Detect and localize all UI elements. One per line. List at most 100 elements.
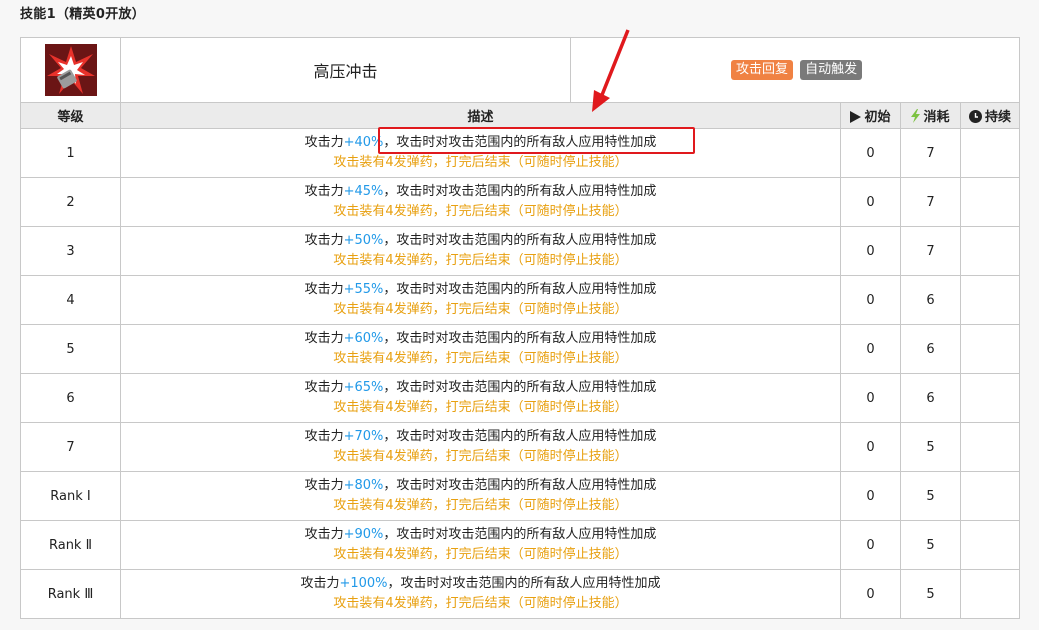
sp-cost-cell: 7 (900, 128, 961, 178)
atk-percent-value: +50% (343, 233, 384, 248)
desc-effect-suffix: ，攻击时对攻击范围内的所有敌人应用特性加成 (383, 527, 657, 542)
duration-cell (959, 275, 1021, 325)
initial-sp-cell: 0 (840, 177, 901, 227)
table-row: 7 攻击力+70%，攻击时对攻击范围内的所有敌人应用特性加成 攻击装有4发弹药，打完… (20, 422, 1021, 472)
desc-effect-prefix: 攻击力 (300, 576, 340, 591)
duration-cell (959, 128, 1021, 178)
desc-line-effect: 攻击力+100%，攻击时对攻击范围内的所有敌人应用特性加成 (121, 574, 840, 594)
duration-cell (959, 422, 1021, 472)
desc-line-effect: 攻击力+45%，攻击时对攻击范围内的所有敌人应用特性加成 (121, 182, 840, 202)
table-row: 5 攻击力+60%，攻击时对攻击范围内的所有敌人应用特性加成 攻击装有4发弹药，打完… (20, 324, 1021, 374)
initial-sp-cell: 0 (840, 226, 901, 276)
level-cell: 3 (20, 226, 121, 276)
desc-effect-prefix: 攻击力 (304, 527, 344, 542)
desc-cell: 攻击力+60%，攻击时对攻击范围内的所有敌人应用特性加成攻击装有4发弹药，打完后… (120, 324, 841, 374)
table-row: Rank Ⅰ 攻击力+80%，攻击时对攻击范围内的所有敌人应用特性加成 攻击装有4发… (20, 471, 1021, 521)
initial-sp-cell: 0 (840, 128, 901, 178)
desc-line-ammo: 攻击装有4发弹药，打完后结束（可随时停止技能） (333, 351, 628, 366)
skill-table: 高压冲击 攻击回复 自动触发 等级 描述 初始 消耗 持续 1 攻击力+40%，攻… (20, 37, 1021, 619)
desc-line-effect: 攻击力+90%，攻击时对攻击范围内的所有敌人应用特性加成 (121, 525, 840, 545)
desc-line-ammo: 攻击装有4发弹药，打完后结束（可随时停止技能） (333, 596, 628, 611)
level-cell: Rank Ⅱ (20, 520, 121, 570)
desc-effect-prefix: 攻击力 (304, 135, 344, 150)
desc-effect-prefix: 攻击力 (304, 331, 344, 346)
initial-sp-cell: 0 (840, 422, 901, 472)
table-row: 3 攻击力+50%，攻击时对攻击范围内的所有敌人应用特性加成 攻击装有4发弹药，打完… (20, 226, 1021, 276)
desc-effect-suffix: ，攻击时对攻击范围内的所有敌人应用特性加成 (383, 282, 657, 297)
initial-sp-cell: 0 (840, 569, 901, 619)
initial-sp-cell: 0 (840, 373, 901, 423)
skill-tags-cell: 攻击回复 自动触发 (569, 37, 1021, 103)
sp-cost-cell: 5 (900, 471, 961, 521)
desc-line-effect: 攻击力+65%，攻击时对攻击范围内的所有敌人应用特性加成 (121, 378, 840, 398)
desc-line-ammo: 攻击装有4发弹药，打完后结束（可随时停止技能） (333, 547, 628, 562)
desc-cell: 攻击力+50%，攻击时对攻击范围内的所有敌人应用特性加成 攻击装有4发弹药，打完后… (120, 226, 841, 276)
desc-line-ammo: 攻击装有4发弹药，打完后结束（可随时停止技能） (333, 449, 628, 464)
skill-fist-impact-icon (44, 44, 97, 96)
level-cell: 7 (20, 422, 121, 472)
atk-percent-value: +100% (339, 576, 388, 591)
sp-cost-cell: 7 (900, 226, 961, 276)
desc-effect-suffix: ，攻击时对攻击范围内的所有敌人应用特性加成 (383, 478, 657, 493)
desc-effect-suffix: ，攻击时对攻击范围内的所有敌人应用特性加成 (383, 380, 657, 395)
desc-effect-prefix: 攻击力 (304, 184, 344, 199)
tag-sp-recovery: 攻击回复 (730, 60, 793, 80)
table-row: Rank Ⅲ 攻击力+100%，攻击时对攻击范围内的所有敌人应用特性加成 攻击装有4… (20, 569, 1021, 619)
desc-line-ammo: 攻击装有4发弹药，打完后结束（可随时停止技能） (333, 155, 628, 170)
desc-effect-suffix: ，攻击时对攻击范围内的所有敌人应用特性加成 (383, 184, 657, 199)
sp-cost-cell: 5 (900, 422, 961, 472)
desc-cell: 攻击力+100%，攻击时对攻击范围内的所有敌人应用特性加成攻击装有4发弹药，打完… (120, 569, 841, 619)
table-row: 6 攻击力+65%，攻击时对攻击范围内的所有敌人应用特性加成 攻击装有4发弹药，打完… (20, 373, 1021, 423)
level-cell: Rank Ⅲ (20, 569, 121, 619)
duration-cell (959, 569, 1021, 619)
atk-percent-value: +60% (343, 331, 384, 346)
play-icon (850, 111, 862, 123)
desc-cell: 攻击力+45%，攻击时对攻击范围内的所有敌人应用特性加成攻击装有4发弹药，打完后… (120, 177, 841, 227)
desc-line-ammo: 攻击装有4发弹药，打完后结束（可随时停止技能） (333, 400, 628, 415)
table-row: 4 攻击力+55%，攻击时对攻击范围内的所有敌人应用特性加成 攻击装有4发弹药，打完… (20, 275, 1021, 325)
col-header-desc: 描述 (120, 102, 841, 129)
table-row: 1 攻击力+40%，攻击时对攻击范围内的所有敌人应用特性加成攻击装有4发弹药，打完… (20, 128, 1021, 178)
col-header-duration: 持续 (959, 102, 1021, 129)
table-row: Rank Ⅱ 攻击力+90%，攻击时对攻击范围内的所有敌人应用特性加成攻击装有4发… (20, 520, 1021, 570)
skill-icon-cell (20, 37, 121, 103)
col-header-initial-label: 初始 (864, 110, 891, 125)
table-row: 2 攻击力+45%，攻击时对攻击范围内的所有敌人应用特性加成 攻击装有4发弹药，打完… (20, 177, 1021, 227)
sp-cost-cell: 6 (900, 275, 961, 325)
skill-name: 高压冲击 (120, 37, 571, 103)
desc-cell: 攻击力+90%，攻击时对攻击范围内的所有敌人应用特性加成攻击装有4发弹药，打完后… (120, 520, 841, 570)
desc-effect-suffix: ，攻击时对攻击范围内的所有敌人应用特性加成 (383, 135, 657, 150)
duration-cell (959, 373, 1021, 423)
skill-header-row: 高压冲击 攻击回复 自动触发 (20, 37, 1021, 103)
col-header-cost: 消耗 (900, 102, 961, 129)
desc-effect-suffix: ，攻击时对攻击范围内的所有敌人应用特性加成 (387, 576, 661, 591)
duration-cell (959, 471, 1021, 521)
desc-line-ammo: 攻击装有4发弹药，打完后结束（可随时停止技能） (333, 253, 628, 268)
section-heading: 技能1（精英0开放） (20, 7, 146, 22)
desc-effect-prefix: 攻击力 (304, 233, 344, 248)
sp-cost-cell: 6 (900, 324, 961, 374)
atk-percent-value: +70% (343, 429, 384, 444)
desc-effect-prefix: 攻击力 (304, 478, 344, 493)
desc-cell: 攻击力+80%，攻击时对攻击范围内的所有敌人应用特性加成攻击装有4发弹药，打完后… (120, 471, 841, 521)
level-cell: 6 (20, 373, 121, 423)
desc-effect-prefix: 攻击力 (304, 429, 344, 444)
desc-line-ammo: 攻击装有4发弹药，打完后结束（可随时停止技能） (333, 498, 628, 513)
level-cell: 1 (20, 128, 121, 178)
duration-cell (959, 177, 1021, 227)
column-header-row: 等级 描述 初始 消耗 持续 (20, 102, 1021, 129)
level-cell: 5 (20, 324, 121, 374)
desc-line-effect: 攻击力+60%，攻击时对攻击范围内的所有敌人应用特性加成 (121, 329, 840, 349)
desc-line-effect: 攻击力+70%，攻击时对攻击范围内的所有敌人应用特性加成 (121, 427, 840, 447)
col-header-cost-label: 消耗 (923, 110, 950, 125)
sp-cost-cell: 5 (900, 520, 961, 570)
col-header-initial: 初始 (840, 102, 901, 129)
desc-cell: 攻击力+65%，攻击时对攻击范围内的所有敌人应用特性加成攻击装有4发弹药，打完后… (120, 373, 841, 423)
duration-cell (959, 324, 1021, 374)
desc-line-effect: 攻击力+80%，攻击时对攻击范围内的所有敌人应用特性加成 (121, 476, 840, 496)
desc-effect-suffix: ，攻击时对攻击范围内的所有敌人应用特性加成 (383, 331, 657, 346)
desc-effect-suffix: ，攻击时对攻击范围内的所有敌人应用特性加成 (383, 429, 657, 444)
desc-line-ammo: 攻击装有4发弹药，打完后结束（可随时停止技能） (333, 204, 628, 219)
sp-cost-cell: 6 (900, 373, 961, 423)
atk-percent-value: +40% (343, 135, 384, 150)
